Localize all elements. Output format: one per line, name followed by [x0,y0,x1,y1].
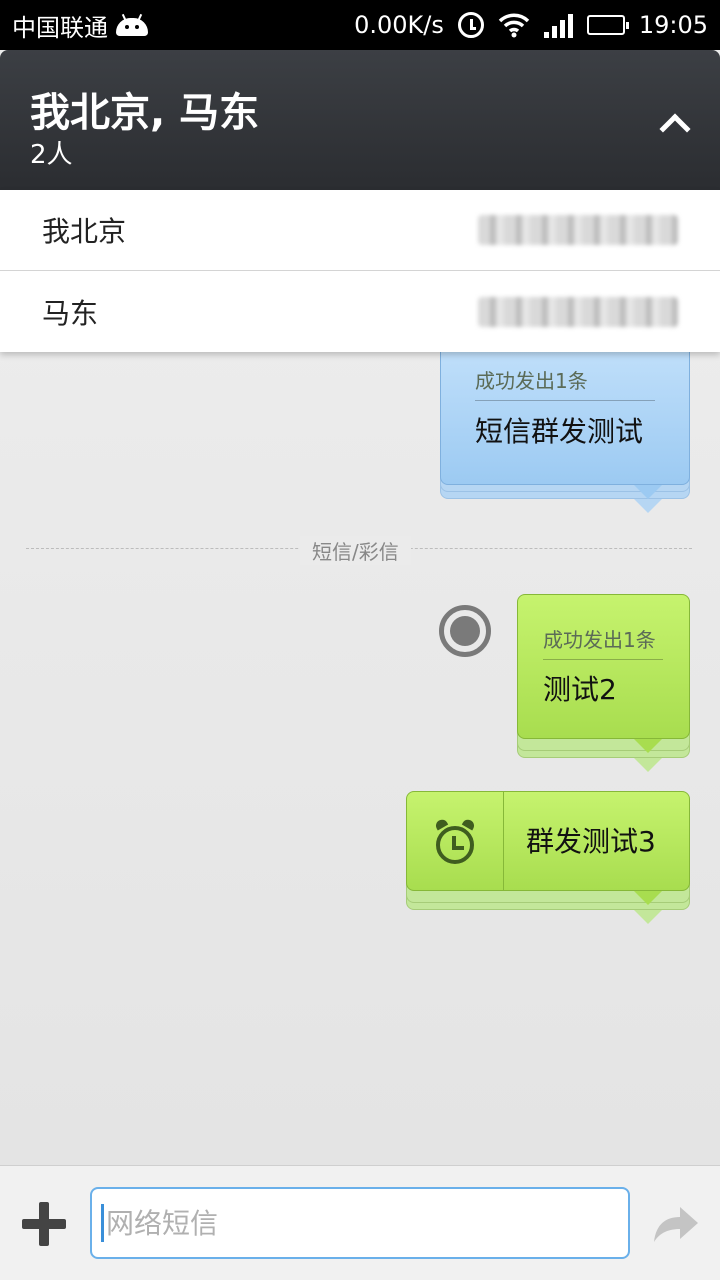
alarm-icon [457,12,484,38]
recipient-item[interactable]: 马东 [0,271,720,352]
scheduled-button[interactable] [407,792,503,890]
divider-label: 短信/彩信 [300,536,411,565]
signal-icon [543,12,573,38]
participant-count: 2人 [30,140,73,170]
alarm-clock-icon [436,826,474,864]
message-text: 群发测试3 [526,825,656,858]
plus-icon[interactable] [22,1202,66,1246]
recipient-name: 马东 [42,296,99,330]
conversation-title: 我北京, 马东 [30,90,260,136]
wifi-icon [498,13,530,38]
delivery-status: 成功发出1条 [475,365,655,401]
carrier-label: 中国联通 [12,13,108,42]
status-bar: 中国联通 0.00K/s 19:05 [0,0,720,50]
recipient-number [478,296,678,327]
chevron-up-icon [659,113,691,145]
record-icon [450,616,480,646]
message-text: 短信群发测试 [475,415,644,448]
composer-bar [0,1165,720,1280]
recipient-item[interactable]: 我北京 [0,190,720,271]
network-speed: 0.00K/s [354,11,444,39]
battery-icon [586,15,629,35]
message-input[interactable] [90,1187,630,1259]
record-button[interactable] [439,605,491,657]
recipient-number [478,215,678,245]
collapse-button[interactable] [650,98,700,148]
conversation-header: 我北京, 马东 2人 [0,50,720,190]
text-cursor [101,1204,104,1242]
delivery-status: 成功发出1条 [543,624,663,660]
android-icon [116,13,148,36]
recipient-list: 我北京 马东 [0,190,720,352]
send-arrow-icon[interactable] [650,1202,700,1246]
message-text: 测试2 [543,673,617,706]
recipient-name: 我北京 [42,215,127,248]
clock: 19:05 [638,11,708,39]
